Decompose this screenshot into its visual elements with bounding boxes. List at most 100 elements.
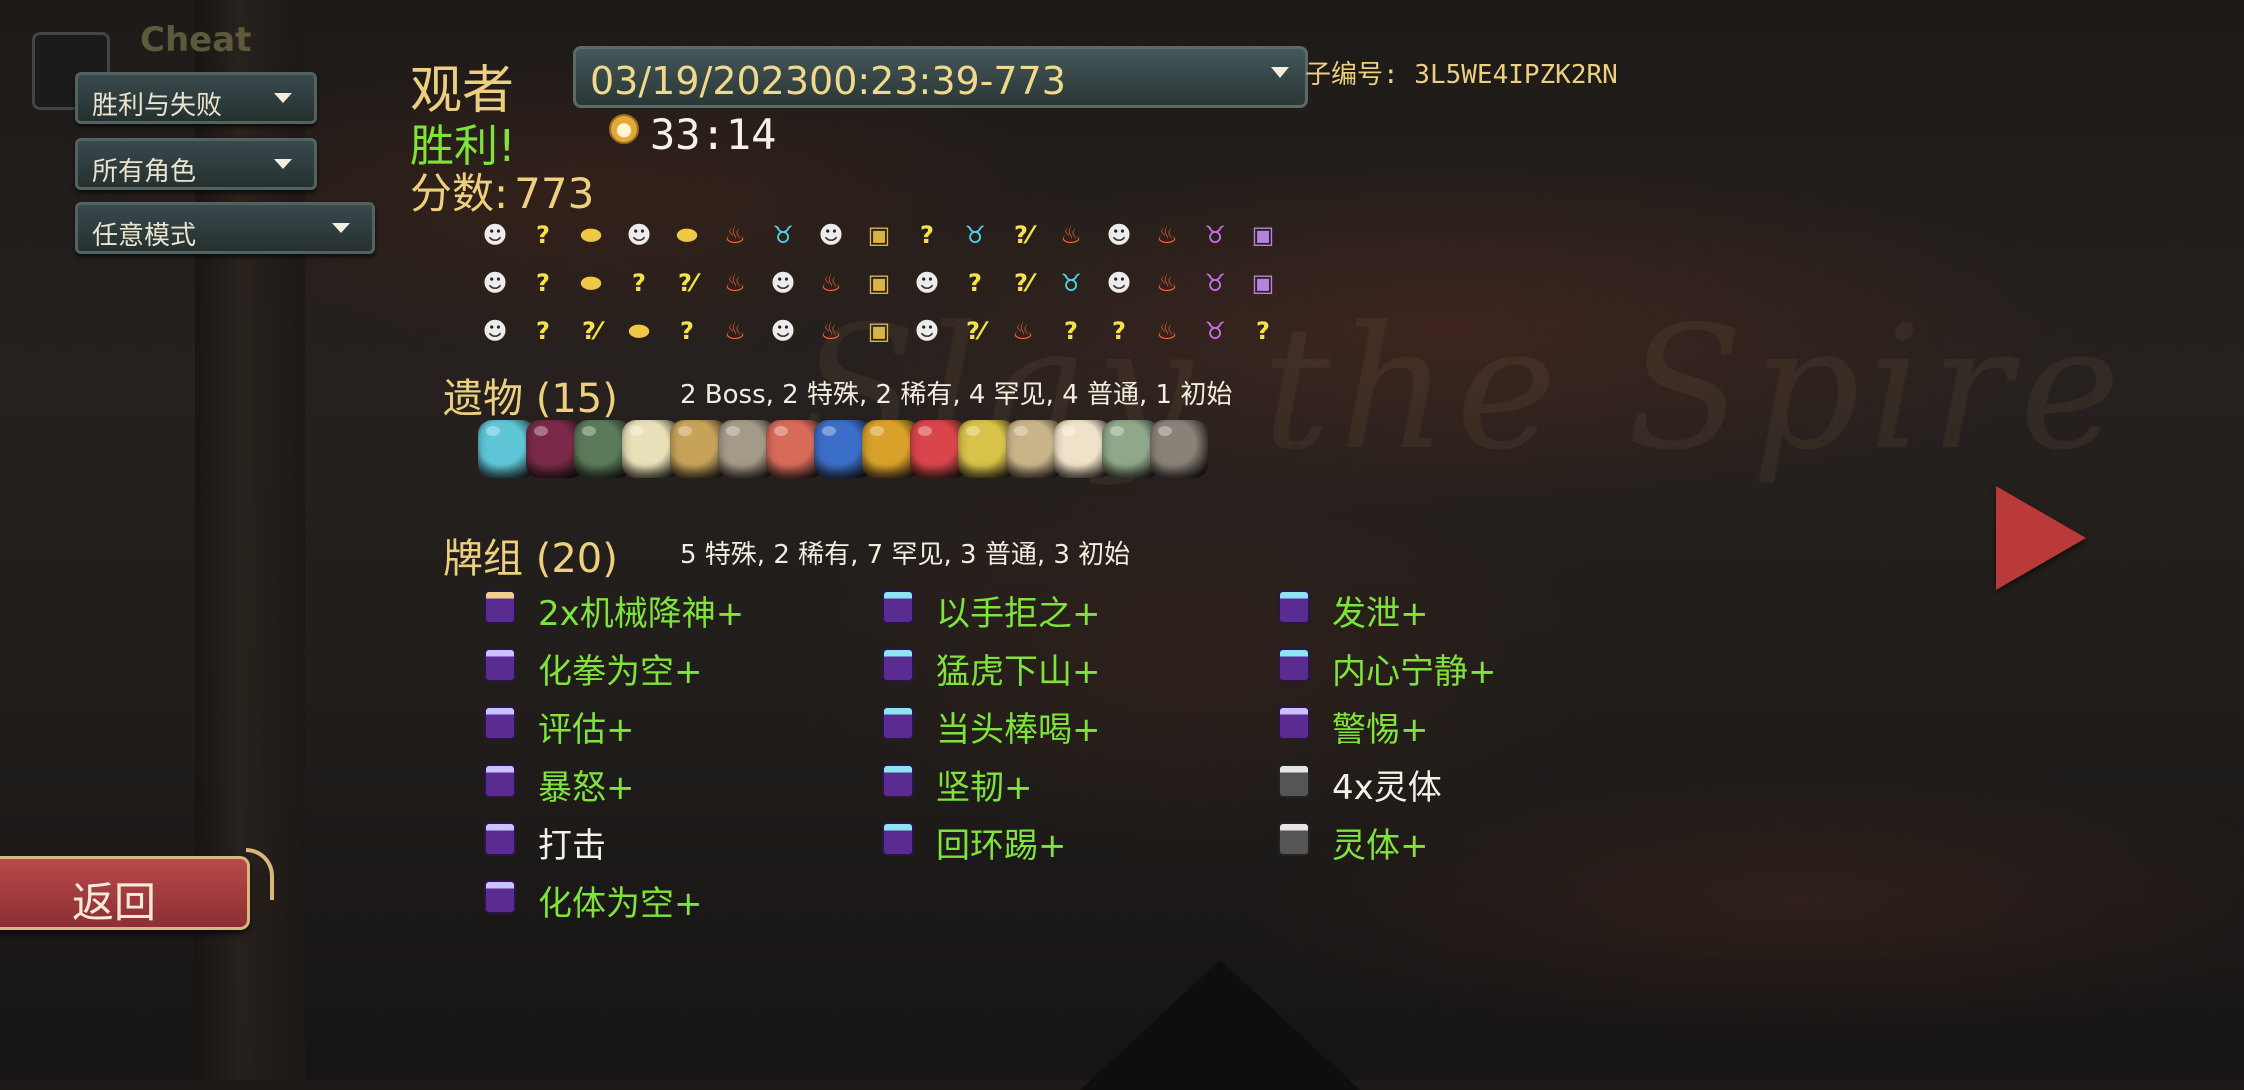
card-type-icon: [1278, 822, 1310, 856]
map-node-eventc-icon[interactable]: [670, 266, 704, 300]
map-node-monster-icon[interactable]: [1102, 266, 1136, 300]
card-name: 内心宁静+: [1332, 652, 1497, 692]
card-name: 坚韧+: [936, 768, 1033, 808]
card-type-icon: [882, 822, 914, 856]
card-type-icon: [882, 590, 914, 624]
deck-summary: 5 特殊, 2 稀有, 7 罕见, 3 普通, 3 初始: [680, 540, 1131, 570]
map-node-rest-icon[interactable]: [718, 218, 752, 252]
map-node-rest-icon[interactable]: [1150, 218, 1184, 252]
card-type-icon: [484, 880, 516, 914]
map-node-monster-icon[interactable]: [910, 266, 944, 300]
card-type-icon: [882, 648, 914, 682]
map-node-monster-icon[interactable]: [1102, 218, 1136, 252]
map-node-rest-icon[interactable]: [1150, 266, 1184, 300]
map-node-event-icon[interactable]: [670, 314, 704, 348]
map-node-monster-icon[interactable]: [622, 218, 656, 252]
map-node-chest-icon[interactable]: [862, 314, 896, 348]
map-node-monster-icon[interactable]: [766, 314, 800, 348]
map-node-elite-icon[interactable]: [1054, 266, 1088, 300]
map-node-boss-icon[interactable]: [1198, 218, 1232, 252]
map-node-rest-icon[interactable]: [814, 314, 848, 348]
map-node-chestp-icon[interactable]: [1246, 266, 1280, 300]
deck-title: 牌组 (20): [443, 536, 618, 582]
map-node-shop-icon[interactable]: [574, 218, 608, 252]
map-node-event-icon[interactable]: [1246, 314, 1280, 348]
map-node-rest-icon[interactable]: [1006, 314, 1040, 348]
card-name: 回环踢+: [936, 826, 1067, 866]
map-node-monster-icon[interactable]: [766, 266, 800, 300]
card-type-icon: [1278, 706, 1310, 740]
card-type-icon: [484, 764, 516, 798]
card-name: 2x机械降神+: [538, 594, 745, 634]
result-filter-dropdown[interactable]: 胜利与失败: [75, 72, 317, 124]
card-type-icon: [484, 706, 516, 740]
card-name: 暴怒+: [538, 768, 635, 808]
map-node-event-icon[interactable]: [958, 266, 992, 300]
map-node-boss-icon[interactable]: [1198, 266, 1232, 300]
map-node-event-icon[interactable]: [1054, 314, 1088, 348]
map-node-event-icon[interactable]: [910, 218, 944, 252]
card-name: 化体为空+: [538, 884, 703, 924]
run-select-value: 03/19/202300:23:39-773: [590, 59, 1066, 103]
map-node-elite-icon[interactable]: [766, 218, 800, 252]
map-node-rest-icon[interactable]: [814, 266, 848, 300]
map-node-shop-icon[interactable]: [670, 218, 704, 252]
stopwatch-icon: [609, 114, 639, 144]
card-type-icon: [1278, 590, 1310, 624]
chevron-down-icon: [274, 159, 292, 169]
card-name: 以手拒之+: [936, 594, 1101, 634]
map-node-event-icon[interactable]: [1102, 314, 1136, 348]
relics-summary: 2 Boss, 2 特殊, 2 稀有, 4 罕见, 4 普通, 1 初始: [680, 380, 1233, 410]
cheat-label: Cheat: [140, 20, 252, 60]
map-node-event-icon[interactable]: [526, 314, 560, 348]
map-node-event-icon[interactable]: [526, 266, 560, 300]
map-node-chestp-icon[interactable]: [1246, 218, 1280, 252]
card-type-icon: [484, 648, 516, 682]
map-node-rest-icon[interactable]: [718, 266, 752, 300]
run-select-dropdown[interactable]: 03/19/202300:23:39-773: [573, 46, 1308, 108]
map-node-boss-icon[interactable]: [1198, 314, 1232, 348]
relic-hourglass-icon[interactable]: [1150, 420, 1208, 478]
back-button[interactable]: 返回: [0, 856, 250, 930]
map-node-eventm-icon[interactable]: [1006, 218, 1040, 252]
map-node-chest-icon[interactable]: [862, 218, 896, 252]
card-type-icon: [882, 706, 914, 740]
map-node-event-icon[interactable]: [622, 266, 656, 300]
card-name: 当头棒喝+: [936, 710, 1101, 750]
map-node-rest-icon[interactable]: [718, 314, 752, 348]
result-filter-value: 胜利与失败: [92, 91, 223, 121]
mode-filter-dropdown[interactable]: 任意模式: [75, 202, 375, 254]
card-name: 评估+: [538, 710, 635, 750]
map-node-shop-icon[interactable]: [574, 266, 608, 300]
map-node-eventm-icon[interactable]: [958, 314, 992, 348]
seed-label: 子编号: 3L5WE4IPZK2RN: [1305, 60, 1618, 90]
map-node-rest-icon[interactable]: [1054, 218, 1088, 252]
card-type-icon: [484, 822, 516, 856]
back-button-label: 返回: [72, 878, 157, 927]
map-node-shop-icon[interactable]: [622, 314, 656, 348]
map-node-rest-icon[interactable]: [1150, 314, 1184, 348]
chevron-down-icon: [1271, 67, 1289, 78]
map-node-events-icon[interactable]: [1006, 266, 1040, 300]
card-type-icon: [484, 590, 516, 624]
next-run-arrow-icon[interactable]: [1996, 486, 2086, 590]
map-node-monster-icon[interactable]: [910, 314, 944, 348]
play-time: 33:14: [650, 110, 777, 159]
chevron-down-icon: [274, 93, 292, 103]
mode-filter-value: 任意模式: [92, 221, 197, 251]
map-node-chest-icon[interactable]: [862, 266, 896, 300]
map-node-eventm-icon[interactable]: [574, 314, 608, 348]
card-name: 打击: [538, 826, 606, 866]
map-node-monster-icon[interactable]: [478, 218, 512, 252]
map-node-monster-icon[interactable]: [814, 218, 848, 252]
map-node-event-icon[interactable]: [526, 218, 560, 252]
map-node-monster-icon[interactable]: [478, 266, 512, 300]
map-node-monster-icon[interactable]: [478, 314, 512, 348]
character-filter-value: 所有角色: [92, 157, 197, 187]
map-node-elite-icon[interactable]: [958, 218, 992, 252]
score-line: 分数: 773: [410, 160, 594, 221]
card-type-icon: [882, 764, 914, 798]
card-type-icon: [1278, 648, 1310, 682]
character-filter-dropdown[interactable]: 所有角色: [75, 138, 317, 190]
card-name: 4x灵体: [1332, 768, 1442, 808]
